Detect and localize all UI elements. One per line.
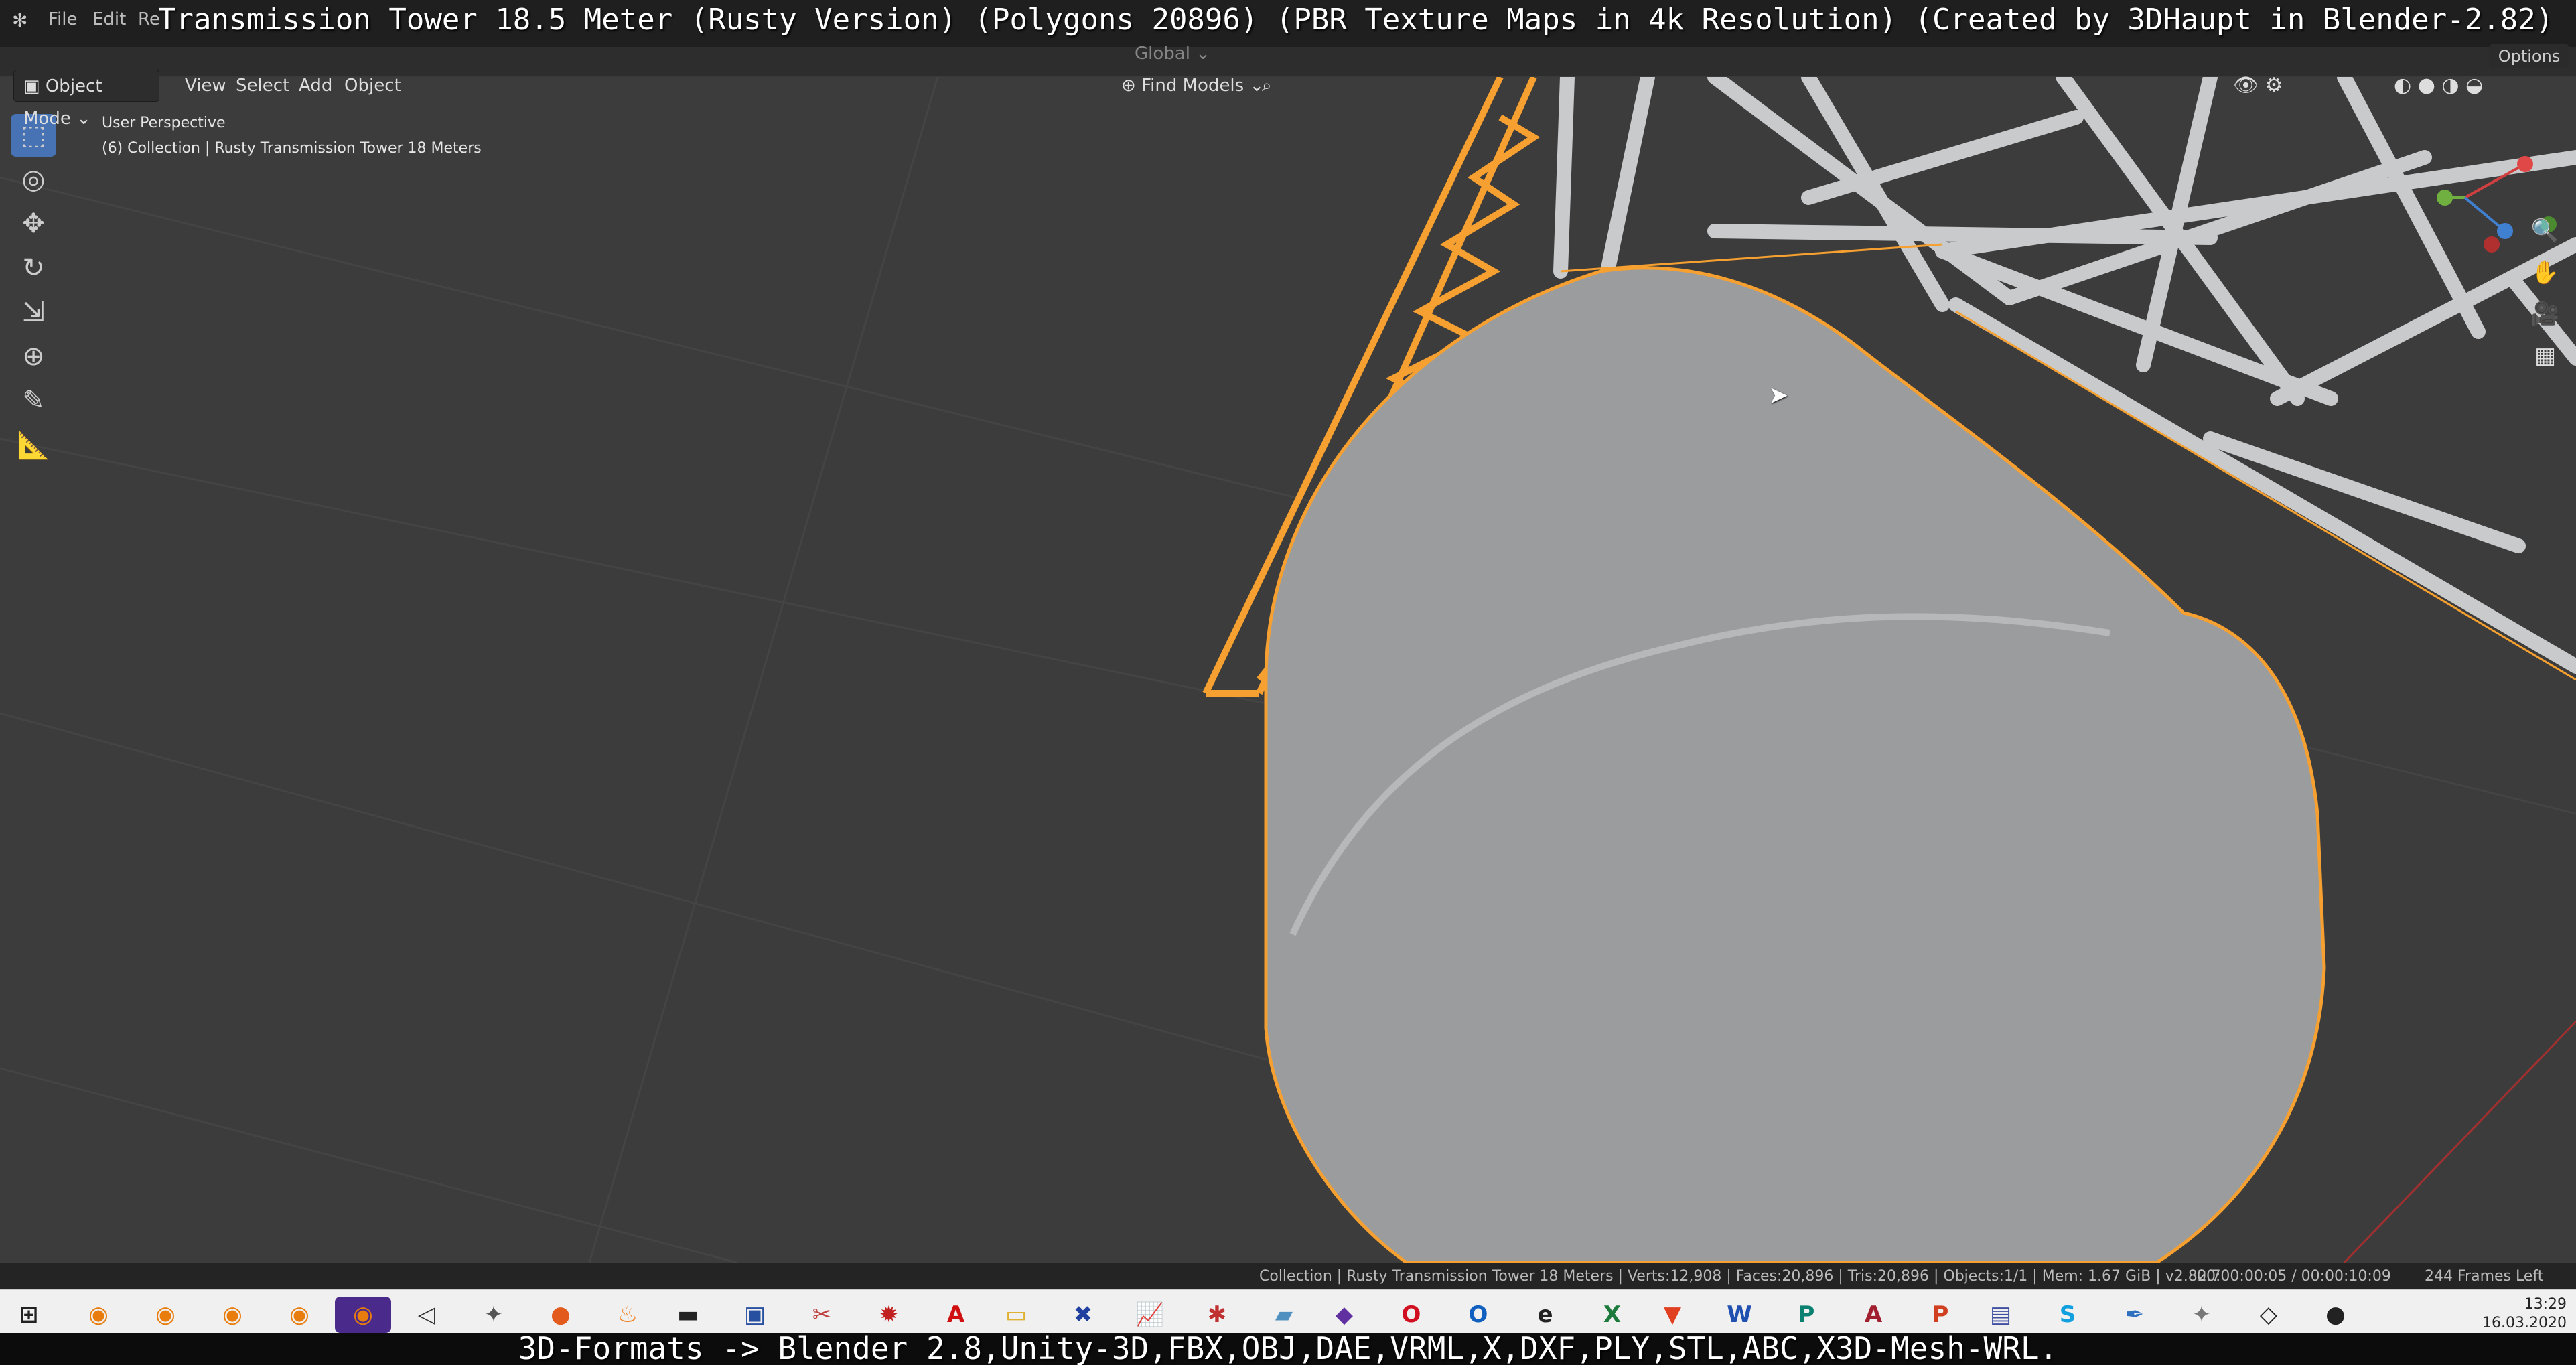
taskbar-clock[interactable]: 13:29 16.03.2020: [2482, 1295, 2567, 1333]
measure-tool-icon[interactable]: 📐: [11, 423, 56, 466]
menu-edit[interactable]: Edit: [92, 9, 126, 29]
camera-view-icon[interactable]: 🎥: [2525, 294, 2565, 334]
menu-render[interactable]: Re: [138, 9, 160, 29]
firefox-taskbar-icon[interactable]: ●: [543, 1297, 579, 1333]
xnview-taskbar-icon[interactable]: ✖: [1065, 1297, 1101, 1333]
pan-hand-icon[interactable]: ✋: [2525, 253, 2565, 293]
find-models-dropdown[interactable]: ⊕ Find Models ⌄: [1112, 70, 1273, 102]
mouse-cursor-icon: ➤: [1768, 382, 1789, 409]
edge-taskbar-icon[interactable]: e: [1527, 1297, 1563, 1333]
viewport-collection-label: (6) Collection | Rusty Transmission Towe…: [102, 140, 482, 157]
chevron-down-icon: ⌄: [76, 109, 91, 129]
save-taskbar-icon[interactable]: ▣: [737, 1297, 773, 1333]
left-toolbar: ⬚ ◎ ✥ ↻ ⇲ ⊕ ✎ 📐: [11, 114, 60, 468]
pdf-taskbar-icon[interactable]: A: [938, 1297, 974, 1333]
terminal-taskbar-icon[interactable]: ▬: [670, 1297, 706, 1333]
app2-taskbar-icon[interactable]: ✦: [2184, 1297, 2220, 1333]
selected-cylinder: [1264, 266, 2326, 1263]
tool-taskbar-icon[interactable]: ✂: [804, 1297, 840, 1333]
x-axis-line: [2343, 1020, 2576, 1263]
frames-left: 244 Frames Left: [2425, 1268, 2544, 1285]
scene-stats: Collection | Rusty Transmission Tower 18…: [1259, 1268, 2221, 1285]
excel-taskbar-icon[interactable]: X: [1594, 1297, 1630, 1333]
transform-tool-icon[interactable]: ⊕: [11, 335, 56, 378]
viewport-perspective-label: User Perspective: [102, 115, 226, 131]
object-mode-icon: ▣: [23, 76, 46, 96]
app-taskbar-icon[interactable]: ✦: [476, 1297, 512, 1333]
flame-taskbar-icon[interactable]: ♨: [610, 1297, 646, 1333]
menu-select[interactable]: Select: [226, 70, 299, 102]
move-tool-icon[interactable]: ✥: [11, 202, 56, 245]
search-icon[interactable]: ⌕: [1253, 70, 1281, 102]
eraser-taskbar-icon[interactable]: ▰: [1266, 1297, 1302, 1333]
scale-tool-icon[interactable]: ⇲: [11, 291, 56, 334]
blender-logo-icon[interactable]: ✻: [12, 9, 27, 31]
blender-taskbar-icon-4[interactable]: ◉: [281, 1297, 317, 1333]
annotate-tool-icon[interactable]: ✎: [11, 379, 56, 422]
video-title-overlay: Transmission Tower 18.5 Meter (Rusty Ver…: [158, 3, 2554, 37]
viewport-info: User Perspective (6) Collection | Rusty …: [102, 111, 482, 161]
chart-taskbar-icon[interactable]: 📈: [1132, 1297, 1168, 1333]
viewport-header: ▣ Object Mode ⌄ View Select Add Object ⊕…: [0, 44, 2576, 129]
viewport-scene: [0, 77, 2576, 1263]
skype-taskbar-icon[interactable]: S: [2050, 1297, 2086, 1333]
windows-start-icon[interactable]: ⊞: [11, 1297, 47, 1333]
menu-add[interactable]: Add: [289, 70, 342, 102]
mode-dropdown[interactable]: ▣ Object Mode ⌄: [13, 70, 159, 129]
playback-time: 00:00:00:05 / 00:00:10:09: [2197, 1268, 2391, 1285]
3d-viewport[interactable]: ⬚ ◎ ✥ ↻ ⇲ ⊕ ✎ 📐 User Perspective (6) Col…: [0, 77, 2576, 1263]
blender-taskbar-icon-3[interactable]: ◉: [214, 1297, 251, 1333]
bottom-caption-overlay: 3D-Formats -> Blender 2.8,Unity-3D,FBX,O…: [0, 1333, 2576, 1365]
transform-orientation-dropdown[interactable]: Global ⌄: [1125, 38, 1220, 70]
github-taskbar-icon[interactable]: ●: [2317, 1297, 2354, 1333]
overlay-toggle-icon[interactable]: 👁 ⚙: [2224, 70, 2293, 102]
blender-active-taskbar-icon[interactable]: ◉: [335, 1297, 391, 1333]
publisher-taskbar-icon[interactable]: P: [1788, 1297, 1824, 1333]
opera-taskbar-icon[interactable]: O: [1393, 1297, 1429, 1333]
status-bar: Collection | Rusty Transmission Tower 18…: [0, 1263, 2576, 1289]
gem-taskbar-icon[interactable]: ◆: [1326, 1297, 1362, 1333]
menu-file[interactable]: File: [48, 9, 78, 29]
gear-taskbar-icon[interactable]: ✹: [871, 1297, 907, 1333]
options-dropdown[interactable]: Options: [2489, 44, 2569, 68]
blender-taskbar-icon-1[interactable]: ◉: [80, 1297, 117, 1333]
globe-icon: ⊕: [1121, 76, 1142, 96]
menu-object[interactable]: Object: [335, 70, 411, 102]
outlook-taskbar-icon[interactable]: O: [1460, 1297, 1496, 1333]
cursor-tool-icon[interactable]: ◎: [11, 158, 56, 201]
unity-taskbar-icon[interactable]: ◁: [409, 1297, 445, 1333]
viewport-shading-buttons[interactable]: ◐ ● ◑ ◒: [2384, 70, 2492, 102]
tool2-taskbar-icon[interactable]: ▤: [1983, 1297, 2019, 1333]
rotate-tool-icon[interactable]: ↻: [11, 246, 56, 289]
pen-taskbar-icon[interactable]: ✒: [2117, 1297, 2153, 1333]
access-taskbar-icon[interactable]: A: [1855, 1297, 1891, 1333]
bug-taskbar-icon[interactable]: ✱: [1199, 1297, 1235, 1333]
ortho-toggle-icon[interactable]: ▦: [2525, 336, 2565, 376]
brave-taskbar-icon[interactable]: ▼: [1654, 1297, 1691, 1333]
word-taskbar-icon[interactable]: W: [1721, 1297, 1758, 1333]
folder-taskbar-icon[interactable]: ▭: [998, 1297, 1034, 1333]
powerpoint-taskbar-icon[interactable]: P: [1922, 1297, 1958, 1333]
zoom-icon[interactable]: 🔍: [2525, 211, 2565, 251]
blender-taskbar-icon-2[interactable]: ◉: [147, 1297, 184, 1333]
unity-hub-taskbar-icon[interactable]: ◇: [2250, 1297, 2287, 1333]
